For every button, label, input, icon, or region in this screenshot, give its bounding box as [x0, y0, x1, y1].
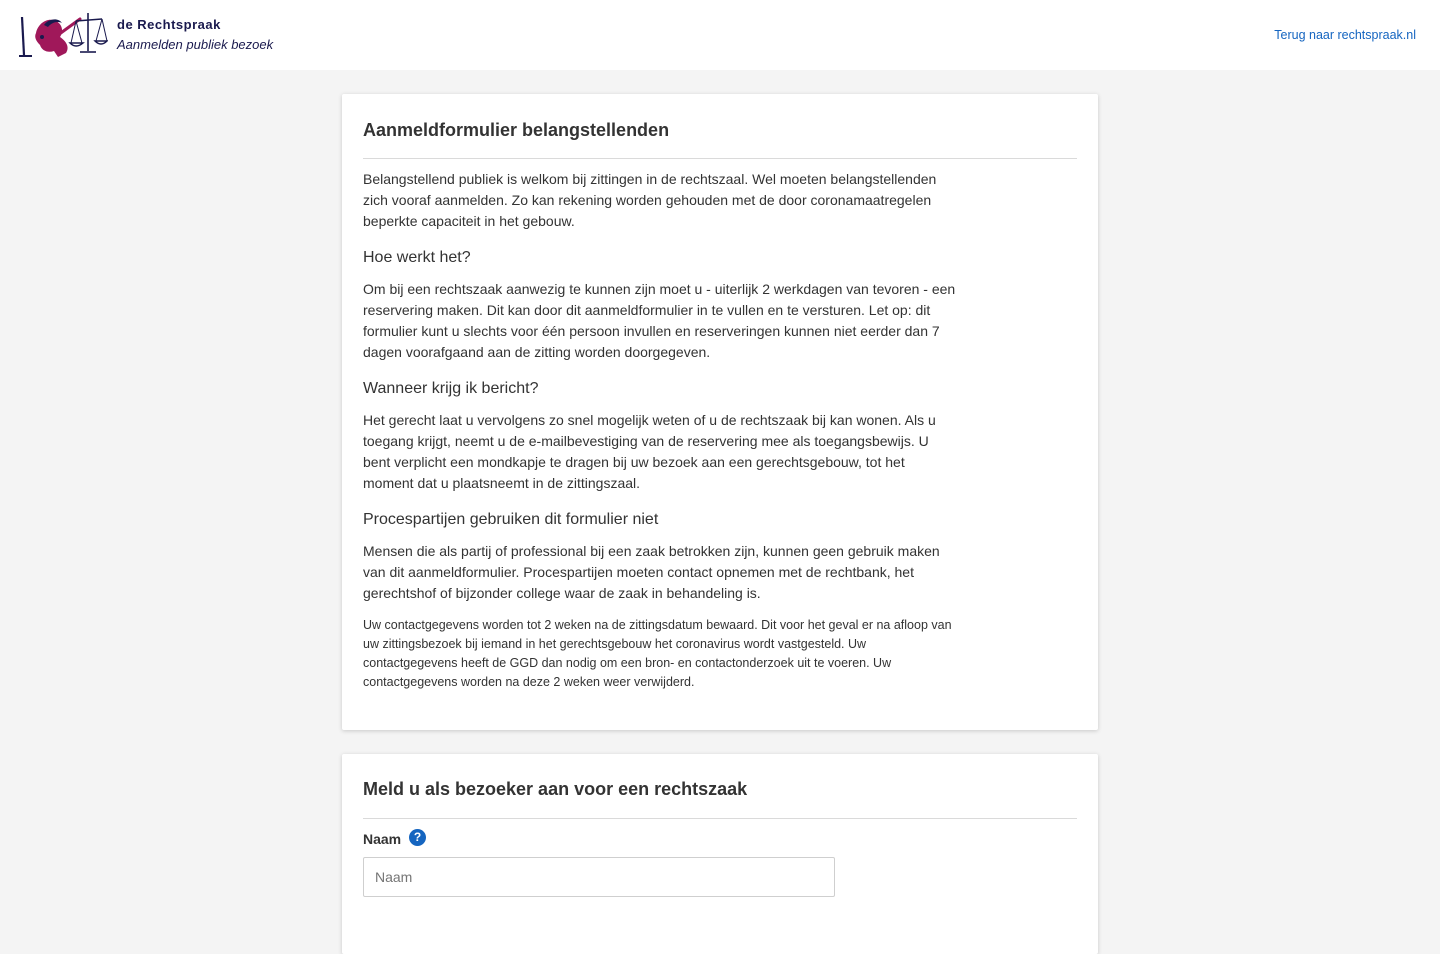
section-heading-how: Hoe werkt het?: [363, 249, 471, 266]
brand-subtitle: Aanmelden publiek bezoek: [117, 37, 274, 52]
section-text-parties: Mensen die als partij of professional bi…: [363, 543, 940, 601]
section-heading-parties: Procespartijen gebruiken dit formulier n…: [363, 511, 659, 528]
registration-form-card: Meld u als bezoeker aan voor een rechtsz…: [342, 754, 1098, 954]
section-text-when: Het gerecht laat u vervolgens zo snel mo…: [363, 412, 936, 491]
name-input[interactable]: [363, 857, 835, 897]
section-text-how: Om bij een rechtszaak aanwezig te kunnen…: [363, 281, 956, 360]
intro-text: Belangstellend publiek is welkom bij zit…: [363, 171, 937, 229]
privacy-note: Uw contactgegevens worden tot 2 weken na…: [363, 618, 952, 689]
divider: [363, 818, 1077, 819]
divider: [363, 158, 1077, 159]
name-label: Naam: [363, 831, 402, 847]
brand-name: de Rechtspraak: [117, 17, 221, 32]
form-card-title: Meld u als bezoeker aan voor een rechtsz…: [363, 779, 748, 799]
info-card-title: Aanmeldformulier belangstellenden: [363, 120, 670, 140]
info-card: Aanmeldformulier belangstellenden Belang…: [342, 94, 1098, 730]
info-card-content: Belangstellend publiek is welkom bij zit…: [363, 169, 959, 708]
rechtspraak-logo-icon[interactable]: [18, 11, 108, 59]
question-circle-icon[interactable]: ?: [409, 829, 426, 846]
section-heading-when: Wanneer krijg ik bericht?: [363, 380, 539, 397]
top-bar: de Rechtspraak Aanmelden publiek bezoek …: [0, 0, 1440, 70]
back-to-rechtspraak-link[interactable]: Terug naar rechtspraak.nl: [1274, 28, 1416, 42]
